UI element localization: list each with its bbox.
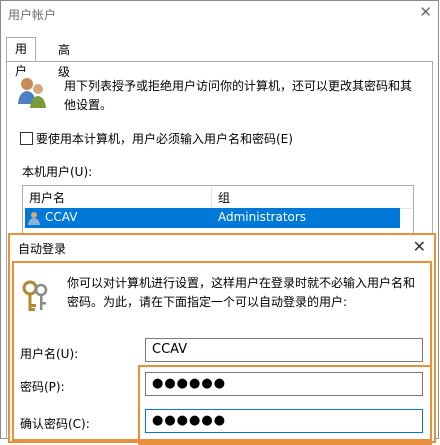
keys-icon	[22, 280, 48, 311]
dialog-title: 自动登录	[18, 242, 67, 256]
confirm-password-label: 确认密码(C):	[20, 417, 90, 431]
require-password-row[interactable]: 要使用本计算机，用户必须输入用户名和密码(E)	[20, 130, 293, 147]
require-password-label: 要使用本计算机，用户必须输入用户名和密码(E)	[36, 132, 293, 146]
main-description: 用下列表授予或拒绝用户访问你的计算机，还可以更改其密码和其他设置。	[64, 79, 413, 112]
row-username: CCAV	[45, 210, 78, 224]
column-username[interactable]: 用户名	[29, 189, 65, 206]
users-icon	[18, 78, 46, 108]
window-close-icon[interactable]: ✕	[419, 4, 432, 20]
list-header: 用户名 组	[23, 186, 413, 209]
user-icon	[28, 212, 40, 225]
table-row[interactable]: CCAV Administrators	[25, 208, 400, 228]
row-group: Administrators	[218, 210, 307, 224]
username-input[interactable]: CCAV	[145, 338, 423, 362]
window-title: 用户帐户	[8, 8, 57, 22]
column-divider[interactable]	[211, 186, 212, 208]
password-label: 密码(P):	[20, 380, 65, 394]
password-input[interactable]: ●●●●●●	[145, 372, 423, 396]
tab-users[interactable]: 用户	[6, 37, 37, 78]
require-password-checkbox[interactable]	[20, 132, 33, 145]
confirm-password-input[interactable]: ●●●●●●	[145, 409, 423, 433]
dialog-description: 你可以对计算机进行设置，这样用户在登录时就不必输入用户名和密码。为此，请在下面指…	[67, 276, 416, 309]
dialog-close-icon[interactable]: ✕	[413, 237, 426, 256]
local-users-label: 本机用户(U):	[22, 165, 93, 179]
tab-advanced[interactable]: 高级	[50, 39, 78, 79]
column-group[interactable]: 组	[218, 189, 230, 206]
username-label: 用户名(U):	[20, 347, 79, 361]
